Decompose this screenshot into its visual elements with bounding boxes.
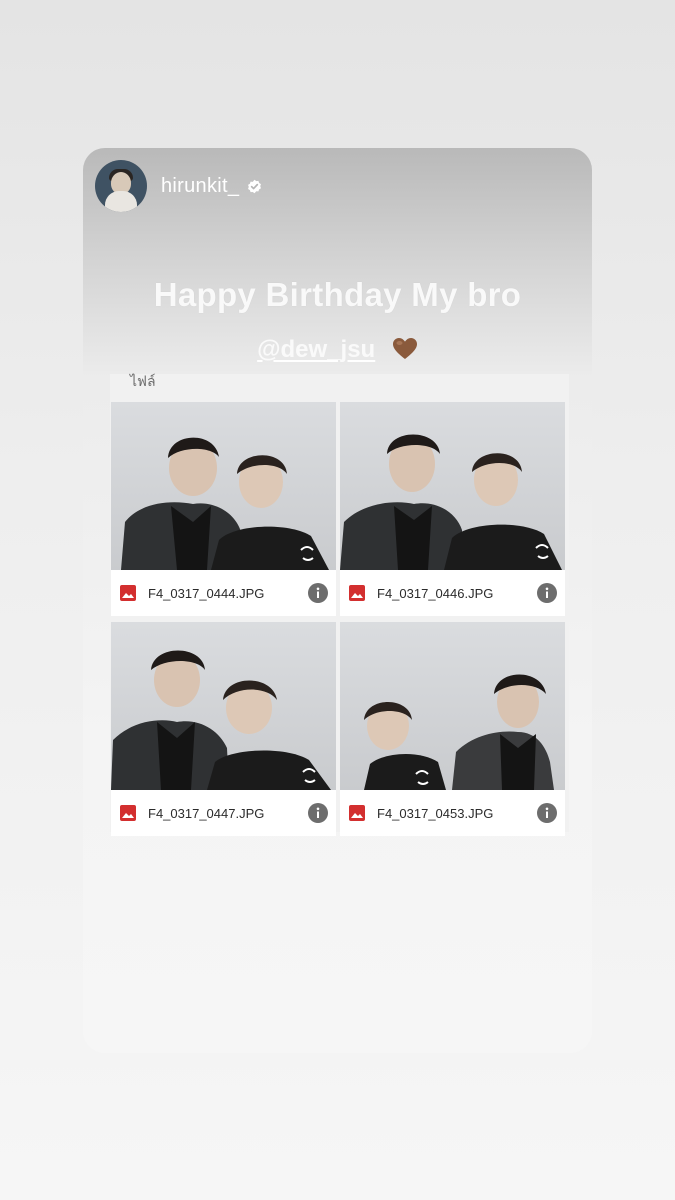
image-file-icon [120, 805, 136, 821]
info-icon[interactable] [308, 583, 328, 603]
file-card[interactable]: F4_0317_0444.JPG [111, 402, 336, 616]
info-icon[interactable] [537, 583, 557, 603]
photo-thumbnail[interactable] [111, 402, 336, 570]
photo-thumbnail[interactable] [111, 622, 336, 790]
photo-thumbnail[interactable] [340, 402, 565, 570]
info-icon[interactable] [308, 803, 328, 823]
file-card[interactable]: F4_0317_0453.JPG [340, 622, 565, 836]
file-card-footer: F4_0317_0453.JPG [340, 790, 565, 836]
file-name: F4_0317_0444.JPG [148, 585, 265, 601]
image-file-icon [349, 585, 365, 601]
username[interactable]: hirunkit_ [161, 175, 239, 198]
image-file-icon [349, 805, 365, 821]
info-icon[interactable] [537, 803, 557, 823]
file-name: F4_0317_0447.JPG [148, 805, 265, 821]
file-card-footer: F4_0317_0444.JPG [111, 570, 336, 616]
story-header: hirunkit_ [95, 160, 262, 212]
photo-thumbnail[interactable] [340, 622, 565, 790]
files-panel: ไฟล์ F4_0317_0444.JPG F4_0317_0446.JPG F… [110, 373, 569, 836]
image-file-icon [120, 585, 136, 601]
file-card[interactable]: F4_0317_0446.JPG [340, 402, 565, 616]
file-name: F4_0317_0453.JPG [377, 805, 494, 821]
files-section-label: ไฟล์ [130, 373, 156, 389]
file-card-footer: F4_0317_0446.JPG [340, 570, 565, 616]
file-card-footer: F4_0317_0447.JPG [111, 790, 336, 836]
avatar[interactable] [95, 160, 147, 212]
brown-heart-icon [392, 338, 417, 359]
story-card[interactable]: hirunkit_ Happy Birthday My bro @dew_jsu… [83, 148, 592, 1053]
mention-row: @dew_jsu [83, 336, 592, 364]
verified-badge-icon [248, 179, 262, 193]
file-name: F4_0317_0446.JPG [377, 585, 494, 601]
file-card[interactable]: F4_0317_0447.JPG [111, 622, 336, 836]
mention-tag[interactable]: @dew_jsu [257, 336, 375, 363]
story-headline: Happy Birthday My bro [153, 276, 522, 313]
